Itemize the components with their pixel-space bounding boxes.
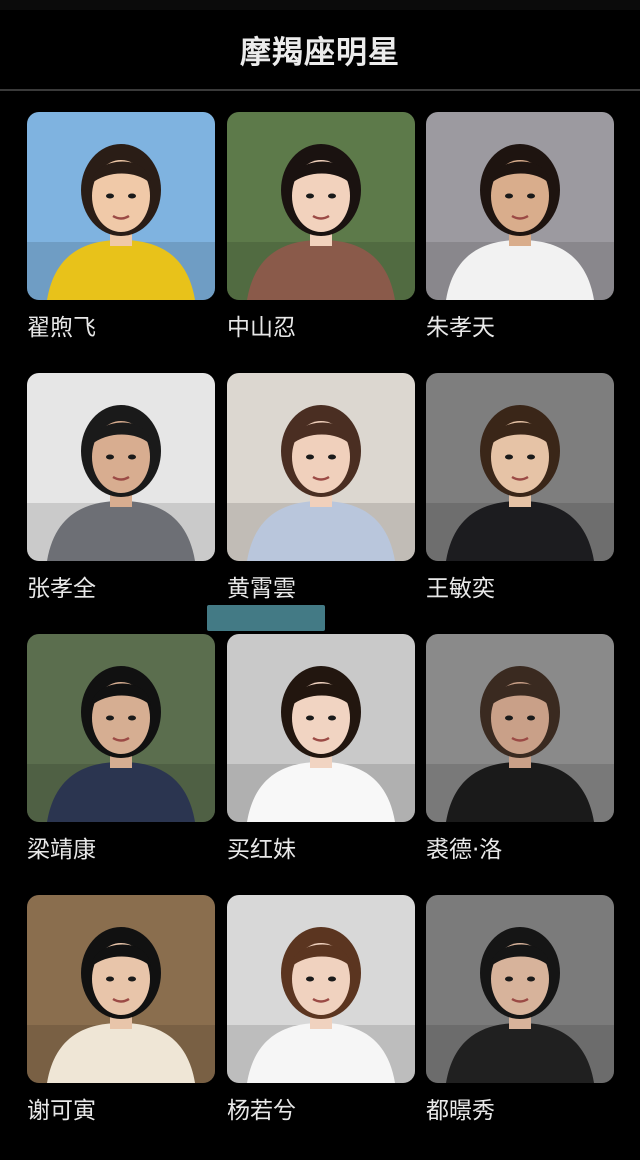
star-photo[interactable] [426, 112, 614, 300]
portrait-woman-bow-tie-icon [227, 634, 415, 822]
star-photo[interactable] [27, 895, 215, 1083]
portrait-woman-cream-blazer-icon [27, 895, 215, 1083]
portrait-woman-black-suit-icon [426, 373, 614, 561]
star-card[interactable]: 裘德·洛 [426, 634, 614, 874]
star-card[interactable]: 朱孝天 [426, 112, 614, 352]
star-name[interactable]: 买红妹 [227, 830, 296, 864]
star-name[interactable]: 翟煦飞 [27, 308, 96, 342]
portrait-man-white-shirt-icon [426, 112, 614, 300]
star-card[interactable]: 王敏奕 [426, 373, 614, 613]
star-photo[interactable] [227, 895, 415, 1083]
star-name[interactable]: 朱孝天 [426, 308, 495, 342]
star-card[interactable]: 中山忍 [227, 112, 415, 352]
star-photo[interactable] [27, 373, 215, 561]
star-name[interactable]: 黄霄雲 [227, 569, 296, 603]
star-card[interactable]: 谢可寅 [27, 895, 215, 1135]
star-card[interactable]: 买红妹 [227, 634, 415, 874]
portrait-woman-blue-dress-icon [227, 373, 415, 561]
star-name[interactable]: 梁靖康 [27, 830, 96, 864]
portrait-woman-short-hair-icon [227, 895, 415, 1083]
portrait-man-close-up-icon [426, 634, 614, 822]
portrait-man-grey-suit-icon [27, 373, 215, 561]
star-name[interactable]: 杨若兮 [227, 1091, 296, 1125]
star-photo[interactable] [426, 373, 614, 561]
star-photo[interactable] [426, 895, 614, 1083]
star-photo[interactable] [227, 373, 415, 561]
star-photo[interactable] [426, 634, 614, 822]
star-name[interactable]: 裘德·洛 [426, 830, 502, 864]
redaction-mark [207, 605, 325, 631]
star-card[interactable]: 都暻秀 [426, 895, 614, 1135]
star-photo[interactable] [227, 112, 415, 300]
portrait-woman-straw-hat-icon [227, 112, 415, 300]
star-name[interactable]: 都暻秀 [426, 1091, 495, 1125]
star-name[interactable]: 谢可寅 [27, 1091, 96, 1125]
star-name[interactable]: 王敏奕 [426, 569, 495, 603]
star-card[interactable]: 翟煦飞 [27, 112, 215, 352]
star-grid: 翟煦飞 中山忍 朱孝天张孝全 黄霄雲 王敏奕梁靖康 买红妹 裘德·洛谢可寅 杨若兮 都暻秀 [0, 0, 640, 1160]
portrait-man-dark-shirt-icon [426, 895, 614, 1083]
star-name[interactable]: 中山忍 [227, 308, 296, 342]
portrait-woman-yellow-dress-icon [27, 112, 215, 300]
star-name[interactable]: 张孝全 [27, 569, 96, 603]
star-photo[interactable] [27, 112, 215, 300]
portrait-man-dark-jacket-icon [27, 634, 215, 822]
star-card[interactable]: 张孝全 [27, 373, 215, 613]
star-card[interactable]: 梁靖康 [27, 634, 215, 874]
star-card[interactable]: 黄霄雲 [227, 373, 415, 613]
star-card[interactable]: 杨若兮 [227, 895, 415, 1135]
star-photo[interactable] [227, 634, 415, 822]
star-photo[interactable] [27, 634, 215, 822]
